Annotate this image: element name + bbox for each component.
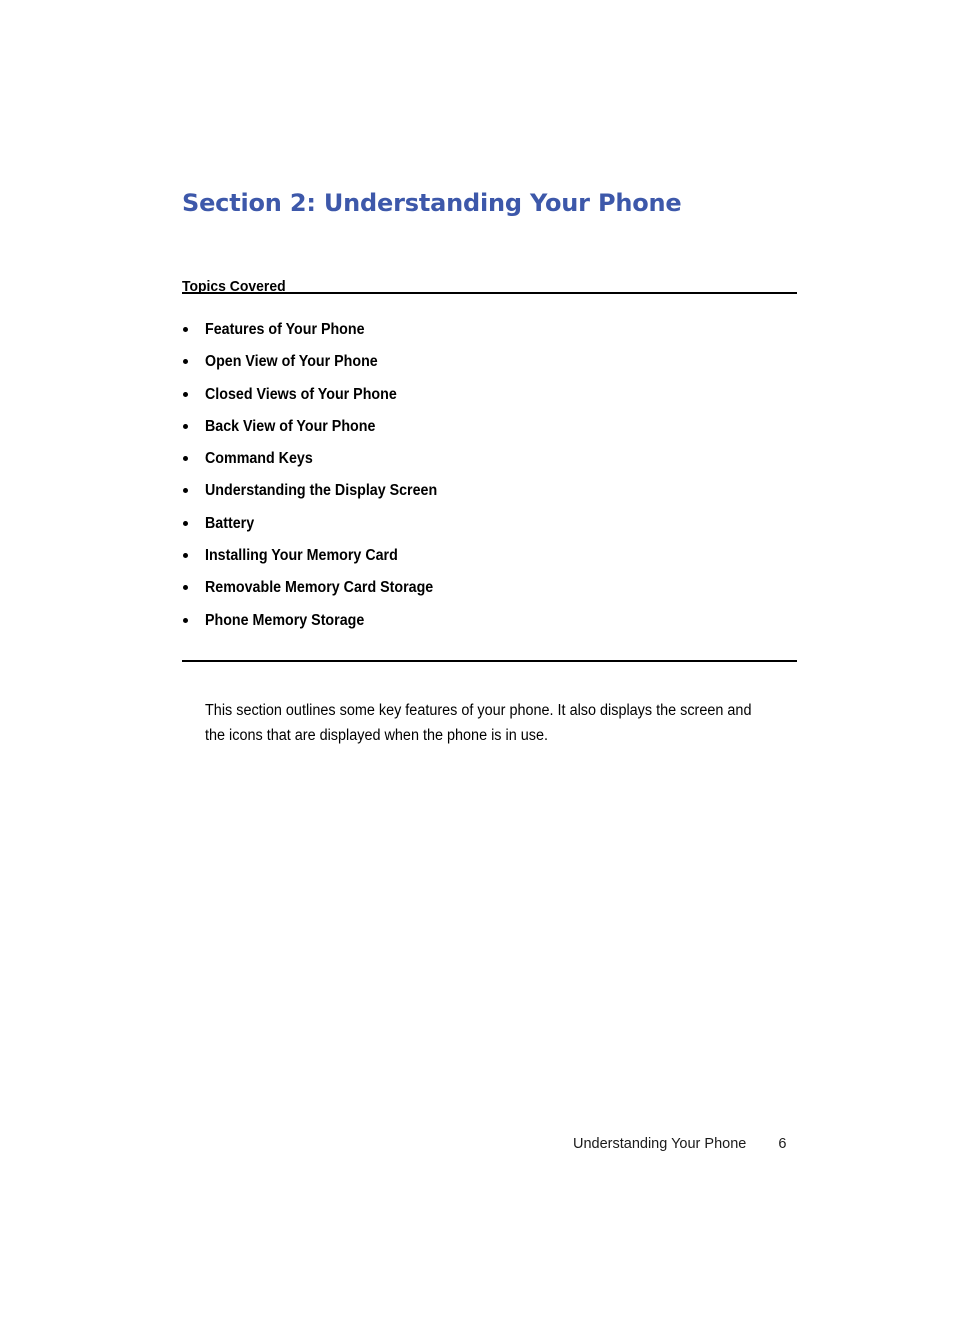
bullet-icon xyxy=(183,391,188,397)
list-item-label: Understanding the Display Screen xyxy=(205,482,438,500)
list-item: Battery xyxy=(182,513,802,545)
bullet-icon xyxy=(183,520,188,526)
list-item: Installing Your Memory Card xyxy=(182,545,802,577)
bullet-icon xyxy=(183,585,188,591)
intro-paragraph: This section outlines some key features … xyxy=(205,701,752,744)
bullet-icon xyxy=(183,327,188,332)
bullet-icon xyxy=(183,423,188,429)
list-item-label: Removable Memory Card Storage xyxy=(205,579,434,597)
list-item: Removable Memory Card Storage xyxy=(182,577,802,609)
footer-running-title: Understanding Your Phone xyxy=(573,1136,747,1152)
divider-above-topics xyxy=(182,292,797,294)
list-item: Understanding the Display Screen xyxy=(182,480,802,512)
list-item: Back View of Your Phone xyxy=(182,416,802,448)
page-title: Section 2: Understanding Your Phone xyxy=(182,189,682,218)
page-footer: Understanding Your Phone 6 xyxy=(573,1136,786,1152)
list-item-label: Installing Your Memory Card xyxy=(205,547,398,565)
list-item-label: Battery xyxy=(205,514,255,532)
document-page: Section 2: Understanding Your Phone Topi… xyxy=(0,0,954,1319)
list-item: Command Keys xyxy=(182,448,802,480)
list-item: Features of Your Phone xyxy=(182,319,802,351)
bullet-icon xyxy=(183,617,188,623)
list-item: Closed Views of Your Phone xyxy=(182,384,802,416)
list-item-label: Open View of Your Phone xyxy=(205,353,378,371)
list-item-label: Phone Memory Storage xyxy=(205,611,365,629)
list-item-label: Command Keys xyxy=(205,450,313,468)
list-item: Phone Memory Storage xyxy=(182,610,802,642)
list-item-label: Closed Views of Your Phone xyxy=(205,385,397,403)
bullet-icon xyxy=(183,488,188,494)
list-item-label: Features of Your Phone xyxy=(205,321,365,338)
bullet-icon xyxy=(183,359,188,365)
bullet-icon xyxy=(183,553,188,559)
footer-page-number: 6 xyxy=(778,1136,787,1152)
list-item: Open View of Your Phone xyxy=(182,351,802,383)
bullet-icon xyxy=(183,456,188,462)
topics-list: Features of Your Phone Open View of Your… xyxy=(182,319,802,642)
divider-below-topics xyxy=(182,660,797,662)
list-item-label: Back View of Your Phone xyxy=(205,417,376,435)
